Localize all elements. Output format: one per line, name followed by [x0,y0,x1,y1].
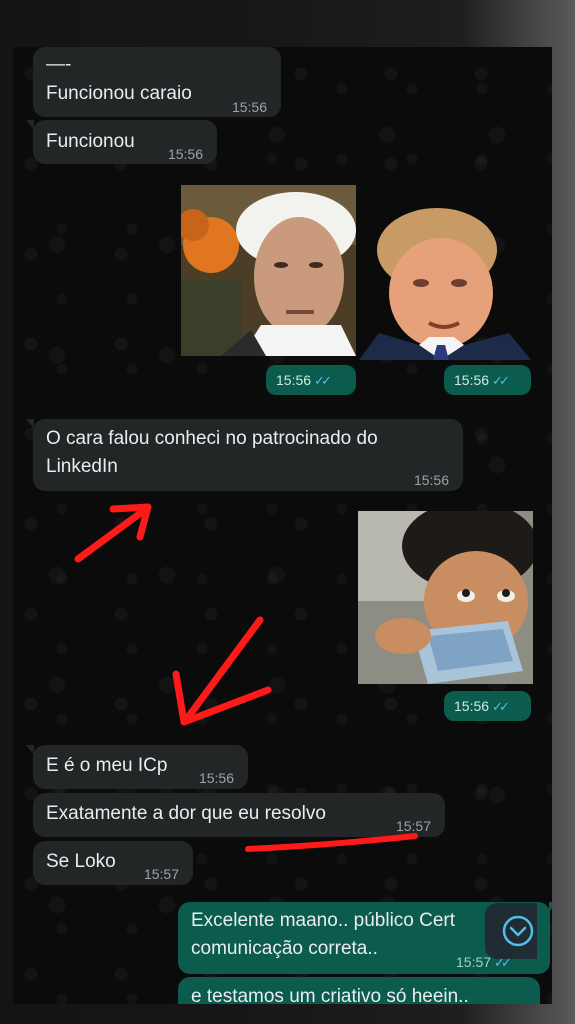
sticker-time-badge: 15:56 ✓✓ [444,691,531,721]
bubble-tail [26,745,34,755]
message-text: Excelente maano.. público Cert [191,910,456,931]
annotation-underline [245,833,418,852]
sticker-image[interactable] [358,511,533,684]
bubble-tail [549,902,552,912]
message-time: 15:56 [276,372,312,388]
message-text: Funcionou [46,131,135,152]
double-check-icon: ✓✓ [492,699,510,714]
face-sticker-graphic [358,511,533,684]
message-incoming[interactable]: O cara falou conheci no patrocinado do L… [26,419,463,491]
face-sticker-graphic [181,185,356,356]
bubble-tail [26,120,34,130]
message-text: LinkedIn [46,456,118,477]
sticker-time-badge: 15:56 ✓✓ [266,365,356,395]
message-text: Se Loko [46,851,116,872]
message-time: 15:56 [231,99,267,115]
message-time: 15:56 [454,372,490,388]
chat-screen: —- Funcionou caraio 15:56 Funcionou 15:5… [13,47,552,1004]
message-incoming[interactable]: —- Funcionou caraio 15:56 [33,47,281,117]
message-time: 15:56 [198,770,234,786]
message-time: 15:56 [454,698,490,714]
chevron-down-icon [502,915,534,947]
double-check-icon: ✓✓ [492,373,510,388]
sticker-time-badge: 15:56 ✓✓ [444,365,531,395]
message-outgoing[interactable]: e testamos um criativo só heein.. [178,977,540,1004]
sticker-image[interactable] [181,185,356,356]
face-sticker-graphic [359,208,531,360]
message-text: Exatamente a dor que eu resolvo [46,803,326,824]
message-incoming[interactable]: Se Loko 15:57 [33,841,193,885]
message-incoming[interactable]: E é o meu ICp 15:56 [26,745,248,789]
message-time: 15:56 [413,472,449,488]
sticker-image[interactable] [359,195,531,360]
message-text: E é o meu ICp [46,755,168,776]
bubble-tail [26,419,34,429]
message-incoming[interactable]: Funcionou 15:56 [26,120,217,164]
double-check-icon: ✓✓ [314,373,332,388]
message-text: e testamos um criativo só heein.. [191,986,469,1004]
message-time: 15:56 [167,146,203,162]
message-text: O cara falou conheci no patrocinado do [46,428,378,449]
message-text: comunicação correta.. [191,938,378,959]
message-text: Funcionou caraio [46,83,192,104]
message-time: 15:57 [143,866,179,882]
scroll-to-bottom-button[interactable] [485,903,537,959]
annotation-arrow [74,503,152,563]
message-text: —- [46,54,72,75]
annotation-arrow [172,616,272,726]
